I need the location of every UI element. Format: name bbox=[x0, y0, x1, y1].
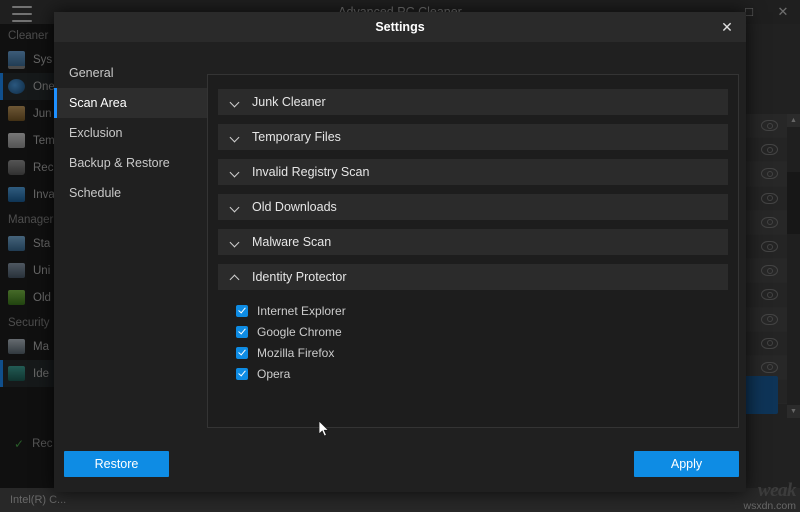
section-title: Old Downloads bbox=[252, 200, 337, 214]
checkbox-row-mozilla-firefox[interactable]: Mozilla Firefox bbox=[236, 342, 728, 363]
tab-exclusion[interactable]: Exclusion bbox=[54, 118, 207, 148]
section-malware-scan: Malware Scan bbox=[218, 229, 728, 255]
checkbox-checked-icon[interactable] bbox=[236, 367, 248, 380]
restore-button[interactable]: Restore bbox=[64, 451, 169, 477]
tab-label: Schedule bbox=[69, 186, 122, 200]
settings-dialog-body: General Scan Area Exclusion Backup & Res… bbox=[54, 42, 746, 436]
section-title: Invalid Registry Scan bbox=[252, 165, 370, 179]
settings-nav: General Scan Area Exclusion Backup & Res… bbox=[54, 42, 207, 436]
section-junk-cleaner: Junk Cleaner bbox=[218, 89, 728, 115]
settings-dialog-titlebar: Settings ✕ bbox=[54, 12, 746, 42]
checkbox-label: Google Chrome bbox=[257, 324, 342, 339]
app-root: Advanced PC Cleaner – □ ✕ Cleaner Sys On… bbox=[0, 0, 800, 512]
chevron-down-icon bbox=[231, 238, 240, 247]
chevron-down-icon bbox=[231, 203, 240, 212]
tab-backup-restore[interactable]: Backup & Restore bbox=[54, 148, 207, 178]
checkbox-label: Internet Explorer bbox=[257, 303, 346, 318]
tab-label: General bbox=[69, 66, 114, 80]
tab-general[interactable]: General bbox=[54, 58, 207, 88]
checkbox-checked-icon[interactable] bbox=[236, 325, 248, 338]
checkbox-checked-icon[interactable] bbox=[236, 304, 248, 317]
chevron-up-icon bbox=[231, 273, 240, 282]
section-header-temporary-files[interactable]: Temporary Files bbox=[218, 124, 728, 150]
chevron-down-icon bbox=[231, 133, 240, 142]
tab-label: Exclusion bbox=[69, 126, 123, 140]
section-old-downloads: Old Downloads bbox=[218, 194, 728, 220]
section-header-malware-scan[interactable]: Malware Scan bbox=[218, 229, 728, 255]
settings-dialog: Settings ✕ General Scan Area Exclusion B… bbox=[54, 12, 746, 492]
checkbox-checked-icon[interactable] bbox=[236, 346, 248, 359]
tab-schedule[interactable]: Schedule bbox=[54, 178, 207, 208]
settings-dialog-title: Settings bbox=[375, 20, 425, 34]
section-header-invalid-registry-scan[interactable]: Invalid Registry Scan bbox=[218, 159, 728, 185]
checkbox-label: Mozilla Firefox bbox=[257, 345, 335, 360]
section-title: Junk Cleaner bbox=[252, 95, 326, 109]
section-title: Temporary Files bbox=[252, 130, 341, 144]
apply-button[interactable]: Apply bbox=[634, 451, 739, 477]
chevron-down-icon bbox=[231, 168, 240, 177]
section-header-junk-cleaner[interactable]: Junk Cleaner bbox=[218, 89, 728, 115]
checkbox-row-google-chrome[interactable]: Google Chrome bbox=[236, 321, 728, 342]
checkbox-label: Opera bbox=[257, 366, 291, 381]
chevron-down-icon bbox=[231, 98, 240, 107]
close-icon[interactable]: ✕ bbox=[710, 12, 744, 42]
checkbox-row-internet-explorer[interactable]: Internet Explorer bbox=[236, 300, 728, 321]
section-identity-protector: Identity Protector Internet Explorer Goo… bbox=[218, 264, 728, 388]
section-title: Identity Protector bbox=[252, 270, 347, 284]
checkbox-row-opera[interactable]: Opera bbox=[236, 363, 728, 384]
section-title: Malware Scan bbox=[252, 235, 332, 249]
tab-label: Backup & Restore bbox=[69, 156, 170, 170]
section-header-old-downloads[interactable]: Old Downloads bbox=[218, 194, 728, 220]
identity-protector-options: Internet Explorer Google Chrome Mozilla … bbox=[218, 290, 728, 388]
section-header-identity-protector[interactable]: Identity Protector bbox=[218, 264, 728, 290]
tab-label: Scan Area bbox=[69, 96, 127, 110]
settings-dialog-footer: Restore Apply bbox=[54, 436, 746, 492]
section-invalid-registry-scan: Invalid Registry Scan bbox=[218, 159, 728, 185]
scan-area-panel: Junk Cleaner Temporary Files Invalid Reg… bbox=[207, 74, 739, 428]
section-temporary-files: Temporary Files bbox=[218, 124, 728, 150]
tab-scan-area[interactable]: Scan Area bbox=[54, 88, 207, 118]
